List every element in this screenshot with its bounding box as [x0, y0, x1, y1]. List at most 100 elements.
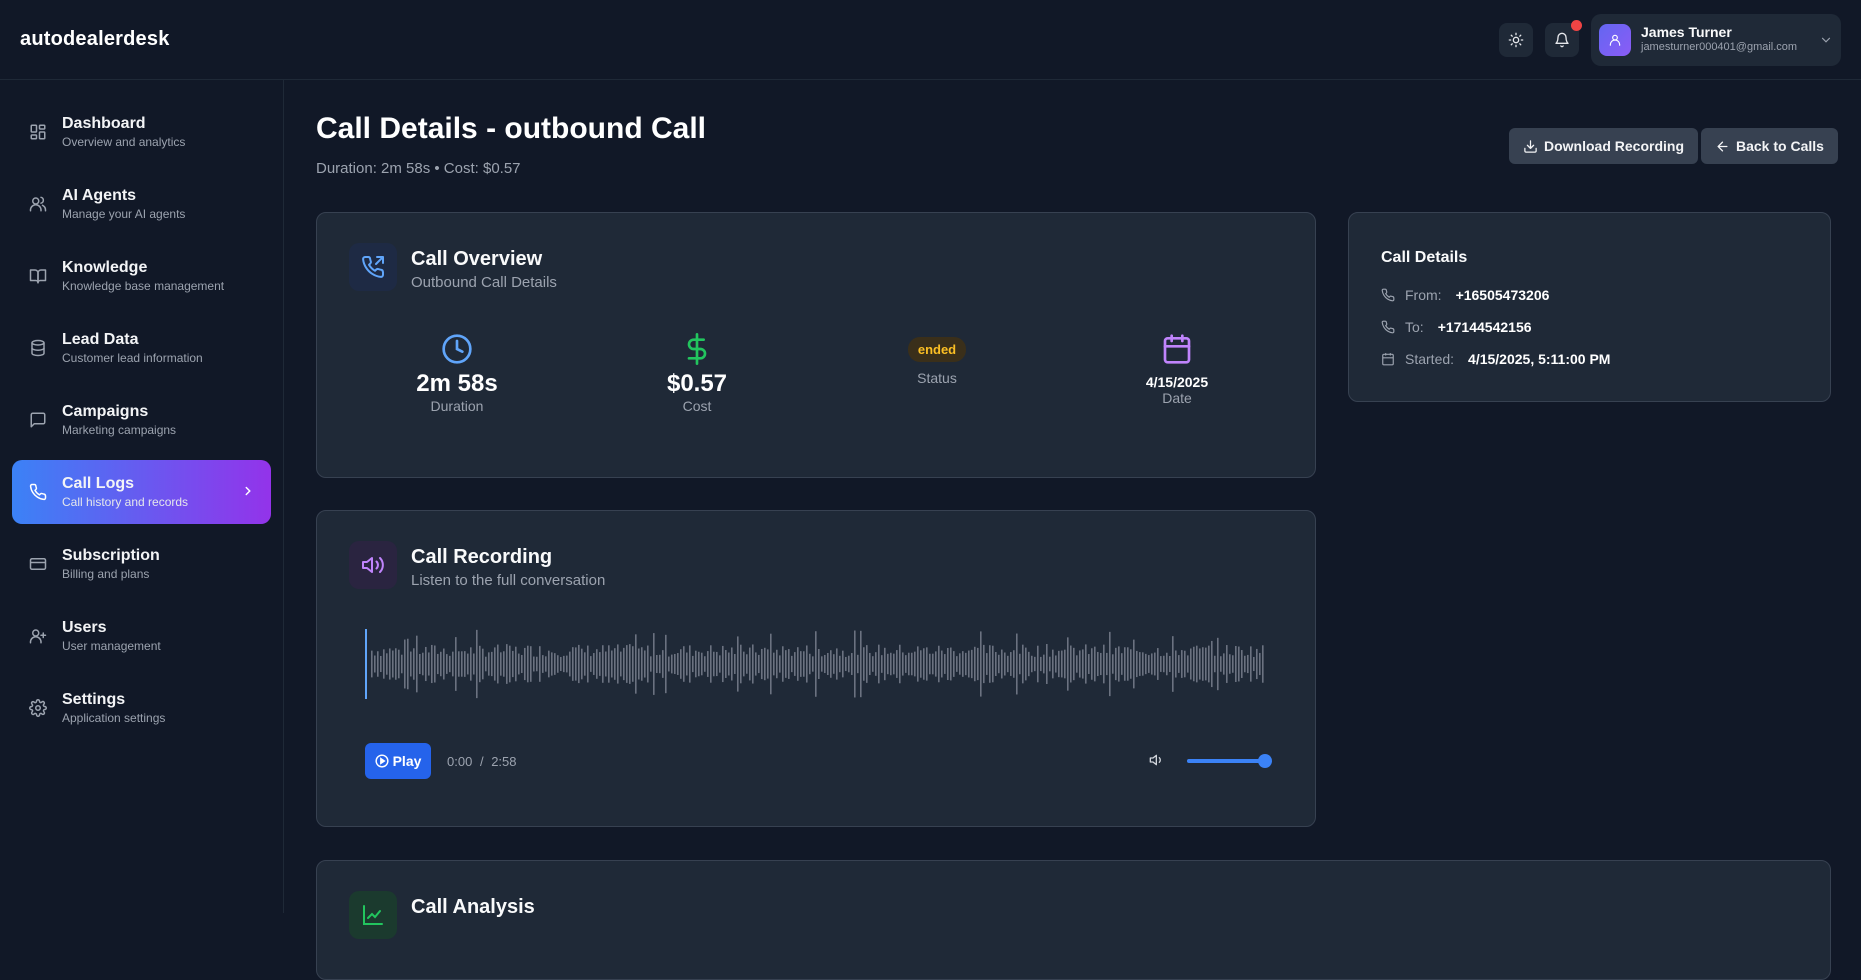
sidebar-item-campaigns[interactable]: Campaigns Marketing campaigns: [12, 388, 271, 452]
waveform-bar: [548, 650, 550, 678]
sidebar-item-sub: User management: [62, 638, 161, 653]
waveform-bar: [905, 655, 907, 673]
waveform-bar: [470, 647, 472, 681]
chevron-right-icon: [245, 486, 251, 496]
waveform-bar: [539, 646, 541, 682]
current-time: 0:00: [447, 754, 473, 769]
waveform-bar: [1085, 644, 1087, 684]
waveform-bar: [824, 654, 826, 674]
waveform-bar: [701, 652, 703, 676]
call-analysis-card: Call Analysis: [316, 860, 1831, 980]
sidebar-item-knowledge[interactable]: Knowledge Knowledge base management: [12, 244, 271, 308]
waveform-bar: [938, 645, 940, 683]
waveform-bar: [932, 653, 934, 675]
card-subtitle: Listen to the full conversation: [411, 572, 606, 589]
sidebar-item-label: Settings: [62, 690, 126, 708]
sidebar-item-label: Subscription: [62, 546, 160, 564]
arrow-left-icon: [1717, 141, 1728, 151]
waveform-bar: [1187, 655, 1189, 673]
waveform-bar: [1172, 636, 1174, 692]
waveform-bar: [1001, 649, 1003, 679]
sidebar-item-dashboard[interactable]: Dashboard Overview and analytics: [12, 100, 271, 164]
date-value: 4/15/2025: [1145, 374, 1209, 390]
waveform-bar: [527, 645, 529, 683]
waveform-bar: [620, 651, 622, 677]
waveform-bar: [722, 645, 724, 683]
call-details-card: Call Details From: +16505473206 To: +171…: [1348, 212, 1831, 402]
from-value: +16505473206: [1455, 287, 1550, 303]
waveform-bar: [1142, 652, 1144, 676]
theme-toggle-button[interactable]: [1499, 22, 1533, 57]
waveform-bar: [455, 637, 457, 691]
sidebar-item-users[interactable]: Users User management: [12, 604, 271, 668]
user-info: James Turner jamesturner000401@gmail.com: [1641, 24, 1809, 55]
waveform-bar: [971, 649, 973, 679]
waveform-bar: [575, 647, 577, 681]
waveform-bar: [602, 645, 604, 683]
phone-outgoing-icon: [362, 255, 385, 278]
waveform-bar: [383, 649, 385, 679]
waveform-bar: [1214, 655, 1216, 673]
waveform-bar: [989, 645, 991, 683]
waveform-bar: [1016, 633, 1018, 695]
waveform-bar: [977, 647, 979, 681]
sidebar-item-ai-agents[interactable]: AI Agents Manage your AI agents: [12, 172, 271, 236]
waveform-bar: [788, 649, 790, 679]
sidebar-item-subscription[interactable]: Subscription Billing and plans: [12, 532, 271, 596]
waveform-bar: [1259, 652, 1261, 676]
waveform-bar: [1211, 640, 1213, 688]
waveform-bar: [785, 650, 787, 678]
waveform-bar: [1070, 645, 1072, 683]
waveform-bar: [1007, 655, 1009, 673]
sidebar-item-settings[interactable]: Settings Application settings: [12, 676, 271, 740]
waveform-bar: [734, 654, 736, 674]
waveform-bar: [665, 634, 667, 694]
audio-waveform[interactable]: [365, 629, 1265, 699]
waveform-bar: [536, 656, 538, 672]
waveform-bar: [506, 644, 508, 684]
waveform-bar: [497, 644, 499, 684]
download-recording-button[interactable]: Download Recording: [1509, 128, 1698, 164]
waveform-bar: [515, 646, 517, 682]
waveform-bar: [1121, 653, 1123, 675]
waveform-bar: [1235, 646, 1237, 682]
volume-thumb[interactable]: [1258, 754, 1272, 768]
waveform-bar: [689, 645, 691, 683]
waveform-bar: [986, 653, 988, 675]
volume-icon[interactable]: [1149, 752, 1165, 768]
waveform-bar: [782, 646, 784, 682]
waveform-bar: [635, 634, 637, 694]
waveform-bar: [518, 653, 520, 675]
waveform-bar: [524, 647, 526, 681]
waveform-bar: [1034, 656, 1036, 672]
stat-cost: $0.57 Cost: [577, 333, 817, 414]
waveform-bar: [1073, 647, 1075, 681]
waveform-bar: [611, 650, 613, 678]
waveform-bar: [863, 647, 865, 681]
phone-outgoing-icon-box: [349, 243, 397, 291]
waveform-bar: [929, 653, 931, 675]
user-menu[interactable]: James Turner jamesturner000401@gmail.com: [1591, 13, 1841, 66]
waveform-bar: [1022, 644, 1024, 684]
waveform-bar: [1106, 652, 1108, 676]
waveform-bar: [839, 655, 841, 673]
waveform-bar: [647, 645, 649, 683]
main-content: Call Details - outbound Call Duration: 2…: [285, 80, 1861, 980]
sidebar-item-call-logs[interactable]: Call Logs Call history and records: [12, 460, 271, 524]
waveform-bar: [914, 651, 916, 677]
waveform-bar: [893, 653, 895, 675]
brand-logo[interactable]: autodealerdesk: [20, 28, 170, 51]
notifications-button[interactable]: [1545, 19, 1582, 57]
waveform-bar: [476, 629, 478, 699]
sidebar-item-lead-data[interactable]: Lead Data Customer lead information: [12, 316, 271, 380]
waveform-bar: [713, 651, 715, 677]
waveform-bar: [698, 651, 700, 677]
waveform-bar: [614, 648, 616, 680]
waveform-bar: [1241, 650, 1243, 678]
waveform-bar: [1238, 646, 1240, 682]
play-button[interactable]: Play: [365, 743, 431, 779]
volume-slider[interactable]: [1187, 754, 1272, 768]
waveform-bar: [1049, 656, 1051, 672]
waveform-bar: [416, 635, 418, 693]
back-to-calls-button[interactable]: Back to Calls: [1701, 128, 1838, 164]
